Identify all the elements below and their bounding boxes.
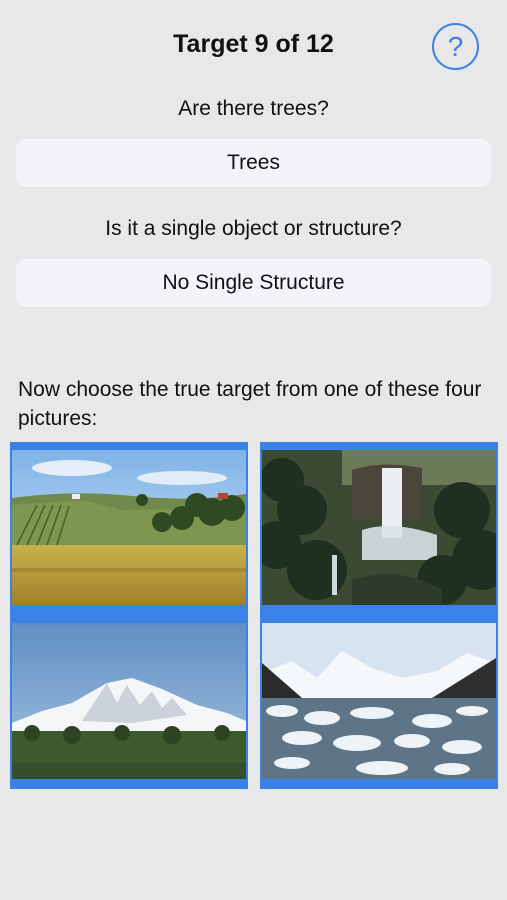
choose-prompt: Now choose the true target from one of t… xyxy=(18,378,482,430)
glacier-lake-photo xyxy=(262,623,496,779)
help-button[interactable]: ? xyxy=(432,23,479,70)
picture-choice-3[interactable] xyxy=(10,615,248,789)
picture-choice-1[interactable] xyxy=(10,442,248,615)
answer-trees-button[interactable]: Trees xyxy=(16,139,491,187)
page-title: Target 9 of 12 xyxy=(173,30,334,58)
question-circle-icon: ? xyxy=(447,30,464,62)
target-screen: Target 9 of 12 ? Are there trees? Trees … xyxy=(0,0,507,900)
picture-choice-2[interactable] xyxy=(260,442,498,615)
picture-choice-4[interactable] xyxy=(260,615,498,789)
question-structure: Is it a single object or structure? xyxy=(105,217,402,240)
waterfall-photo xyxy=(262,450,496,605)
question-trees: Are there trees? xyxy=(178,97,329,120)
snow-mountain-photo xyxy=(12,623,246,779)
vineyard-hills-photo xyxy=(12,450,246,605)
answer-structure-button[interactable]: No Single Structure xyxy=(16,259,491,307)
